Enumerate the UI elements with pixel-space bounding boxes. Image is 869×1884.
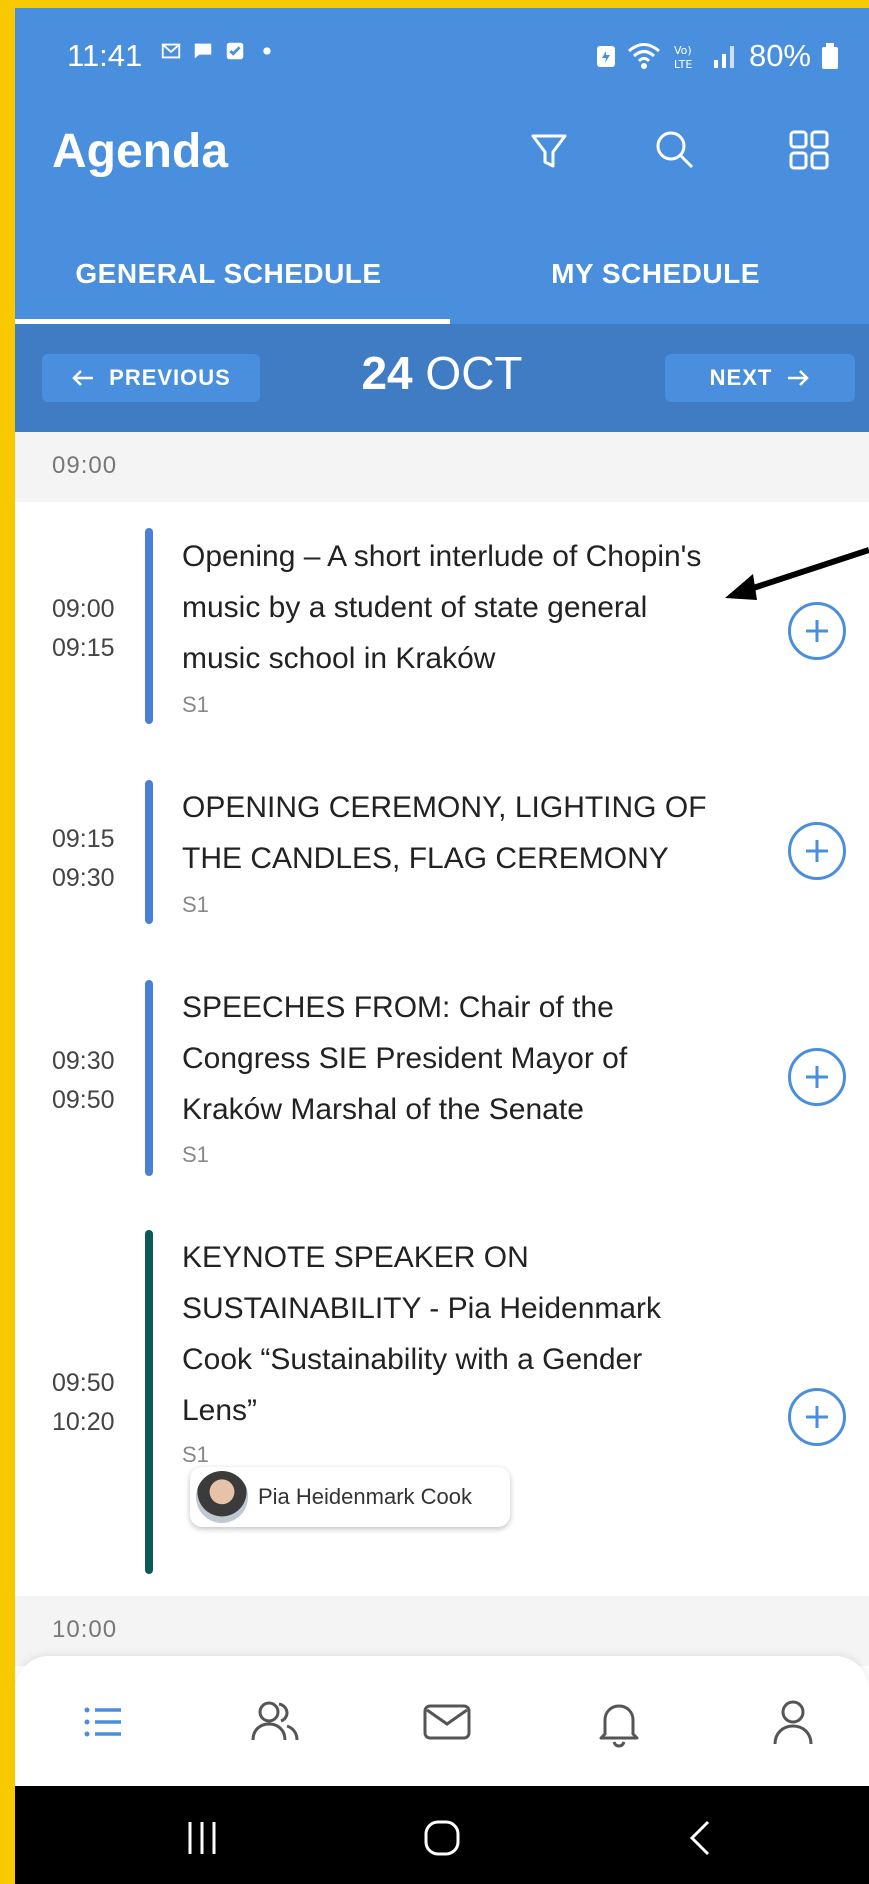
dot-icon [263,47,271,55]
profile-icon[interactable] [765,1694,821,1750]
arrow-right-icon [788,370,810,386]
tab-label: MY SCHEDULE [551,258,760,289]
session-end: 09:30 [52,864,115,892]
checkbox-icon [226,42,244,60]
recent-apps-icon[interactable] [180,1816,224,1860]
bell-icon[interactable] [591,1694,647,1750]
session-room: S1 [182,892,209,917]
notification-icons [160,40,278,62]
session-times: 09:15 09:30 [52,820,115,898]
speaker-avatar [196,1471,248,1523]
schedule-tabs: GENERAL SCHEDULE MY SCHEDULE [15,224,869,324]
wifi-icon [627,43,660,69]
session-times: 09:50 10:20 [52,1364,115,1442]
people-icon[interactable] [247,1694,303,1750]
page-title: Agenda [52,125,229,178]
session-room: S1 [182,1142,209,1167]
tab-label: GENERAL SCHEDULE [75,258,382,289]
session-item[interactable]: 09:30 09:50 SPEECHES FROM: Chair of the … [15,952,869,1204]
agenda-list-icon[interactable] [75,1694,131,1750]
session-start: 09:15 [52,825,115,853]
session-room: S1 [182,1442,209,1467]
next-label: NEXT [709,365,773,390]
session-color-bar [145,980,153,1176]
time-header-label: 10:00 [52,1616,118,1643]
session-start: 09:50 [52,1369,115,1397]
chat-icon [194,43,212,59]
signal-icon [713,46,734,68]
tab-my-schedule[interactable]: MY SCHEDULE [442,224,869,324]
back-icon[interactable] [680,1816,724,1860]
session-title: OPENING CEREMONY, LIGHTING OF THE CANDLE… [182,791,707,875]
annotation-arrow-icon [725,547,869,600]
session-color-bar [145,780,153,924]
date-navigation: PREVIOUS 24 OCT NEXT [15,324,869,432]
status-time: 11:41 [67,38,143,73]
gmail-icon [161,43,181,59]
session-times: 09:30 09:50 [52,1042,115,1120]
session-item[interactable]: 09:50 10:20 KEYNOTE SPEAKER ON SUSTAINAB… [15,1202,869,1598]
time-section-header: 09:00 [15,432,869,502]
add-to-schedule-button[interactable] [788,1048,846,1106]
volte-icon: Vo)LTE [674,44,692,71]
filter-icon[interactable] [525,126,573,174]
plus-icon [806,1406,828,1428]
phone-screen: 11:41 Vo) LTE 80% Agenda GENERAL SCHEDULE… [15,8,869,1884]
session-title: KEYNOTE SPEAKER ON SUSTAINABILITY - Pia … [182,1241,662,1427]
status-bar: 11:41 Vo) LTE 80% [15,8,869,104]
add-to-schedule-button[interactable] [788,1388,846,1446]
session-item[interactable]: 09:15 09:30 OPENING CEREMONY, LIGHTING O… [15,752,869,954]
battery-icon [822,43,838,69]
add-to-schedule-button[interactable] [788,822,846,880]
tab-general-schedule[interactable]: GENERAL SCHEDULE [15,224,450,324]
session-item[interactable]: 09:00 09:15 Opening – A short interlude … [15,502,869,754]
svg-text:Vo): Vo) [674,44,692,57]
app-bar: Agenda [15,104,869,224]
system-status-icons: Vo) LTE 80% [595,38,839,74]
session-color-bar [145,1230,153,1574]
search-icon[interactable] [651,126,699,174]
bottom-navigation [15,1656,869,1786]
battery-saver-icon [596,46,615,67]
date-day: 24 [361,347,413,399]
session-title: SPEECHES FROM: Chair of the Congress SIE… [182,991,628,1126]
speaker-name: Pia Heidenmark Cook [258,1484,472,1509]
session-end: 10:20 [52,1408,115,1436]
svg-text:LTE: LTE [674,58,692,71]
plus-icon [806,840,828,862]
home-icon[interactable] [420,1816,464,1860]
date-month: OCT [425,347,523,399]
plus-icon [806,1066,828,1088]
battery-percent: 80% [748,38,811,73]
time-header-label: 09:00 [52,452,118,479]
speaker-chip[interactable]: Pia Heidenmark Cook [190,1467,510,1527]
session-start: 09:30 [52,1047,115,1075]
mail-icon[interactable] [419,1694,475,1750]
session-end: 09:50 [52,1086,115,1114]
system-navigation-bar [15,1786,869,1884]
grid-view-icon[interactable] [785,126,833,174]
next-button[interactable]: NEXT [665,354,855,402]
